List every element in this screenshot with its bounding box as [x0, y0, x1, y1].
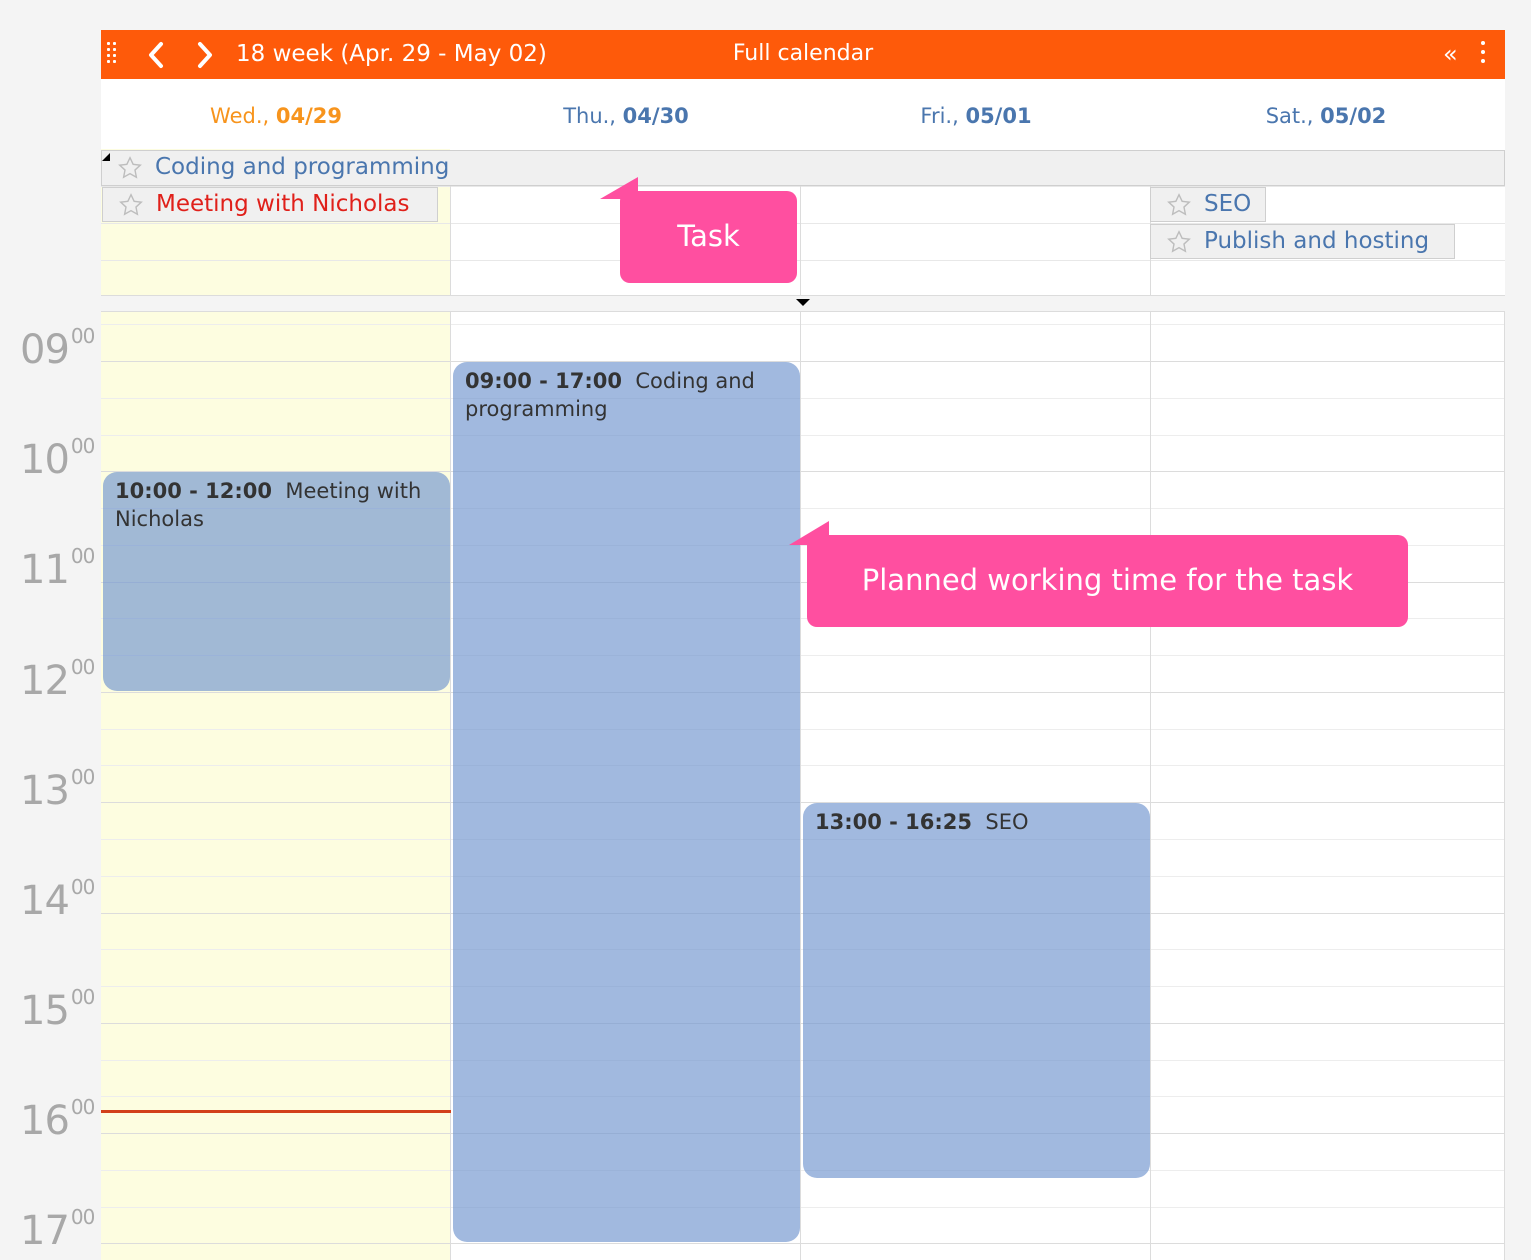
callout-pointer: [789, 521, 829, 545]
day-header-fri[interactable]: Fri., 05/01: [801, 104, 1151, 128]
quarter-line: [101, 729, 1505, 730]
day-header-row: Wed., 04/29 Thu., 04/30 Fri., 05/01 Sat.…: [101, 79, 1505, 149]
task-label: Coding and programming: [155, 154, 450, 180]
expand-all-day-icon[interactable]: [796, 299, 810, 306]
time-label-15: 15 00: [20, 984, 95, 1034]
event-coding-and-programming[interactable]: 09:00 - 17:00 Coding and programming: [453, 362, 800, 1242]
time-label-11: 11 00: [20, 543, 95, 593]
callout-task: Task: [600, 177, 797, 283]
event-time: 10:00 - 12:00: [115, 479, 273, 503]
star-icon[interactable]: [116, 155, 144, 181]
time-label-12: 12 00: [20, 654, 95, 704]
event-time: 13:00 - 16:25: [815, 810, 973, 834]
quarter-line: [101, 398, 1505, 399]
event-title: SEO: [985, 810, 1029, 834]
all-day-task-meeting[interactable]: Meeting with Nicholas: [102, 187, 438, 222]
callout-text: Planned working time for the task: [861, 563, 1354, 597]
time-label-14: 14 00: [20, 874, 95, 924]
column-divider: [800, 312, 801, 1260]
callout-pointer: [600, 177, 638, 199]
column-divider: [1504, 312, 1505, 1260]
quarter-line: [101, 1207, 1505, 1208]
all-day-divider: [101, 260, 1505, 261]
time-label-13: 13 00: [20, 764, 95, 814]
quarter-line: [101, 765, 1505, 766]
star-icon[interactable]: [117, 192, 145, 218]
column-divider: [1150, 312, 1151, 1260]
time-label-10: 10 00: [20, 433, 95, 483]
more-menu-icon[interactable]: [1479, 39, 1487, 67]
calendar-toolbar: 18 week (Apr. 29 - May 02) Full calendar…: [101, 30, 1505, 79]
day-header-sat[interactable]: Sat., 05/02: [1151, 104, 1501, 128]
time-label-17: 17 00: [20, 1204, 95, 1254]
current-time-indicator: [101, 1110, 451, 1113]
all-day-task-coding[interactable]: Coding and programming: [101, 150, 1505, 186]
star-icon[interactable]: [1165, 229, 1193, 255]
column-divider: [450, 186, 451, 295]
hour-line: [101, 692, 1505, 693]
all-day-task-publish[interactable]: Publish and hosting: [1150, 224, 1455, 259]
quarter-line: [101, 1170, 1505, 1171]
time-label-16: 16 00: [20, 1094, 95, 1144]
task-label: SEO: [1204, 191, 1252, 217]
day-header-wed[interactable]: Wed., 04/29: [101, 104, 451, 128]
event-meeting-with-nicholas[interactable]: 10:00 - 12:00 Meeting with Nicholas: [103, 472, 450, 691]
callout-planned-working-time: Planned working time for the task: [789, 521, 1408, 627]
star-icon[interactable]: [1165, 192, 1193, 218]
today-column[interactable]: [101, 312, 450, 1260]
collapse-corner-icon[interactable]: [102, 153, 110, 161]
task-label: Meeting with Nicholas: [156, 191, 410, 217]
calendar-title: Full calendar: [732, 41, 874, 66]
time-label-09: 09 00: [20, 323, 95, 373]
hour-line: [101, 361, 1505, 362]
column-divider: [800, 186, 801, 295]
event-seo[interactable]: 13:00 - 16:25 SEO: [803, 803, 1150, 1178]
event-time: 09:00 - 17:00: [465, 369, 623, 393]
day-header-thu[interactable]: Thu., 04/30: [451, 104, 801, 128]
all-day-task-seo[interactable]: SEO: [1150, 187, 1266, 222]
all-day-area: Coding and programming Meeting with Nich…: [101, 149, 1505, 296]
column-divider: [450, 312, 451, 1260]
callout-text: Task: [677, 219, 740, 253]
task-label: Publish and hosting: [1204, 228, 1430, 254]
hour-line: [101, 802, 1505, 803]
quarter-line: [101, 435, 1505, 436]
quarter-line: [101, 324, 1505, 325]
hour-line: [101, 1243, 1505, 1244]
collapse-button[interactable]: «: [1443, 40, 1458, 68]
